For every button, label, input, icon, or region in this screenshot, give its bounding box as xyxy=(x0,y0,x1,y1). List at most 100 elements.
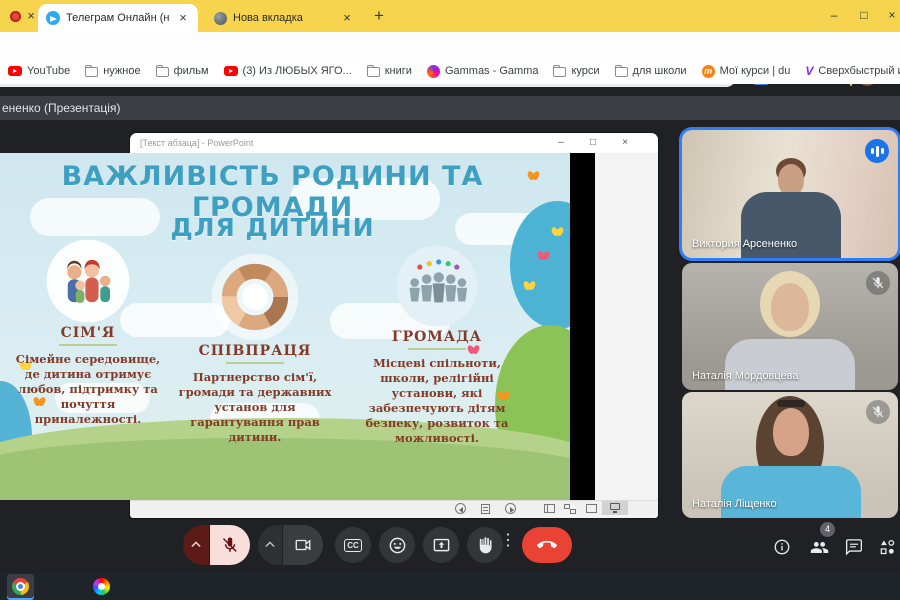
activities-button[interactable] xyxy=(878,538,897,562)
column-heading: СІМ'Я xyxy=(8,325,168,341)
bookmark-folder[interactable]: для школи xyxy=(615,65,687,77)
slideshow-view-selected xyxy=(602,501,628,515)
family-illustration xyxy=(44,237,132,325)
mic-muted-icon xyxy=(866,271,890,295)
heading-rule xyxy=(59,344,117,346)
recording-dot-icon xyxy=(10,11,21,22)
folder-icon xyxy=(615,67,628,77)
column-body: Сімейне середовище, де дитина отримує лю… xyxy=(8,352,168,427)
heading-rule xyxy=(408,348,466,350)
folder-icon xyxy=(367,67,380,77)
participant-name: Виктория Арсененко xyxy=(692,238,797,250)
window-maximize-button[interactable]: □ xyxy=(856,7,872,23)
activities-shapes-icon xyxy=(878,538,897,557)
column-heading: СПІВПРАЦЯ xyxy=(172,343,338,359)
presentation-slide: ВАЖЛИВІСТЬ РОДИНИ ТА ГРОМАДИ ДЛЯ ДИТИНИ … xyxy=(0,153,570,500)
tab-new-tab[interactable]: Нова вкладка × xyxy=(206,4,362,32)
bookmark-folder[interactable]: нужное xyxy=(85,65,140,77)
present-button[interactable] xyxy=(423,527,459,563)
end-call-icon xyxy=(537,535,557,555)
mic-muted-icon xyxy=(866,400,890,424)
screen: × Телеграм Онлайн (неофициал × Нова вкла… xyxy=(0,0,900,600)
bookmark-moodle[interactable]: mМої курси | du xyxy=(702,65,791,78)
browser-logo-icon xyxy=(214,12,227,25)
bookmark-youtube[interactable]: YouTube xyxy=(8,65,70,77)
maximize-icon: □ xyxy=(586,136,600,150)
taskbar-app-button[interactable] xyxy=(88,574,115,598)
community-illustration xyxy=(394,243,480,329)
close-icon: × xyxy=(618,136,632,150)
close-icon[interactable]: × xyxy=(176,11,190,25)
tab-label: Нова вкладка xyxy=(233,12,334,24)
more-options-button[interactable]: ⋮ xyxy=(500,530,516,550)
telegram-icon xyxy=(46,11,60,25)
sunglasses xyxy=(777,400,805,407)
meeting-info-button[interactable] xyxy=(773,538,791,561)
next-slide-icon xyxy=(505,503,516,514)
close-icon[interactable]: × xyxy=(340,11,354,25)
column-body: Партнерство сім'ї, громади та державних … xyxy=(172,370,338,445)
captions-button[interactable]: CC xyxy=(335,527,371,563)
bookmarks-bar: YouTube нужное фильм (3) Из ЛЮБЫХ ЯГО...… xyxy=(0,58,900,84)
captions-icon: CC xyxy=(344,539,362,552)
browser-toolbar: et.google.com/grv-rtvb-ssk ☆ A 99+ ⋮ xyxy=(0,32,900,58)
chrome-icon xyxy=(12,578,29,595)
folder-icon xyxy=(156,67,169,77)
chevron-up-icon xyxy=(261,536,279,554)
raise-hand-button[interactable] xyxy=(467,527,503,563)
bookmark-gamma[interactable]: Gammas - Gamma xyxy=(427,65,539,78)
end-call-button[interactable] xyxy=(522,527,572,563)
folder-icon xyxy=(85,67,98,77)
slide-column-family: СІМ'Я Сімейне середовище, де дитина отри… xyxy=(8,237,168,427)
powerpoint-window-title: [Текст абзаца] - PowerPoint xyxy=(140,138,253,148)
participant-tile-lishchenko[interactable]: Наталія Ліщенко xyxy=(682,392,898,518)
speaking-audio-indicator xyxy=(865,139,889,163)
slide-column-community: ГРОМАДА Місцеві спільноти, школи, релігі… xyxy=(348,243,526,446)
mic-toggle-button[interactable] xyxy=(210,525,250,565)
bookmark-vpn[interactable]: VСверхбыстрый и п... xyxy=(805,64,900,78)
chevron-up-icon xyxy=(187,536,205,554)
people-icon xyxy=(810,538,829,557)
close-icon[interactable]: × xyxy=(24,9,38,23)
moodle-icon: m xyxy=(702,65,715,78)
mic-options-button[interactable] xyxy=(183,525,209,565)
bookmark-youtube-video[interactable]: (3) Из ЛЮБЫХ ЯГО... xyxy=(224,65,352,77)
info-icon xyxy=(773,538,791,556)
camera-icon xyxy=(294,536,312,554)
chat-icon xyxy=(845,538,863,556)
participant-name: Наталія Ліщенко xyxy=(692,498,777,510)
bookmark-folder[interactable]: книги xyxy=(367,65,412,77)
tab-telegram[interactable]: Телеграм Онлайн (неофициал × xyxy=(38,4,198,32)
participant-tile-arsenenko[interactable]: Виктория Арсененко xyxy=(682,130,898,258)
reactions-button[interactable] xyxy=(379,527,415,563)
slide-sorter-icon xyxy=(564,504,575,513)
taskbar-chrome-button[interactable] xyxy=(7,574,34,598)
window-minimize-button[interactable]: – xyxy=(826,7,842,23)
browser-tab-bar: × Телеграм Онлайн (неофициал × Нова вкла… xyxy=(0,0,900,32)
camera-toggle-button[interactable] xyxy=(283,525,323,565)
window-close-button[interactable]: × xyxy=(884,7,900,23)
color-swirl-icon xyxy=(93,578,110,595)
youtube-icon xyxy=(224,66,238,76)
emoji-icon xyxy=(388,536,407,555)
previous-slide-icon xyxy=(455,503,466,514)
new-tab-button[interactable]: + xyxy=(374,6,384,26)
butterfly-icon xyxy=(552,227,563,236)
presenter-bar: ененко (Презентація) xyxy=(0,96,900,120)
column-body: Місцеві спільноти, школи, релігійні уста… xyxy=(348,356,526,446)
participant-tile-mordovtseva[interactable]: Наталія Мордовцева xyxy=(682,263,898,390)
bookmark-folder[interactable]: курси xyxy=(553,65,599,77)
windows-taskbar: УКР 12:51 20.11.2024 xyxy=(0,572,900,600)
column-heading: ГРОМАДА xyxy=(348,329,526,345)
slide-column-cooperation: СПІВПРАЦЯ Партнерство сім'ї, громади та … xyxy=(172,251,338,445)
bookmark-folder[interactable]: фильм xyxy=(156,65,209,77)
folder-icon xyxy=(553,67,566,77)
notes-icon xyxy=(481,504,490,514)
participants-button[interactable] xyxy=(810,538,829,562)
camera-options-button[interactable] xyxy=(258,525,282,565)
tab-recording[interactable] xyxy=(10,11,21,22)
v-logo-icon: V xyxy=(805,64,813,78)
heading-rule xyxy=(226,362,284,364)
participants-count-badge: 4 xyxy=(820,522,835,537)
chat-button[interactable] xyxy=(845,538,863,561)
